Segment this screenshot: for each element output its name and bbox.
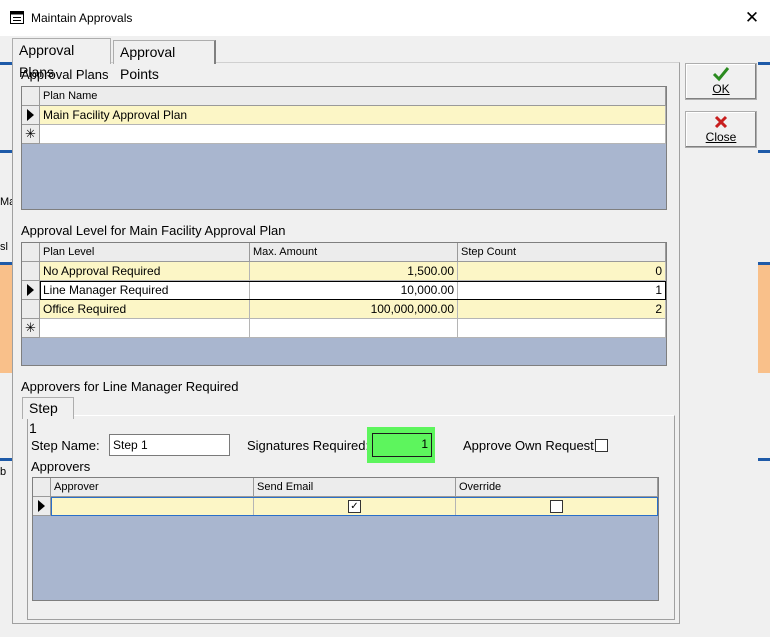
approval-levels-grid: Plan Level Max. Amount Step Count No App… bbox=[21, 242, 667, 366]
behind-window-line bbox=[0, 62, 12, 65]
grid-corner bbox=[22, 87, 40, 106]
approver-cell[interactable] bbox=[51, 497, 254, 516]
column-header-send-email[interactable]: Send Email bbox=[254, 478, 456, 497]
approvers-label: Approvers bbox=[31, 459, 91, 474]
step-name-input[interactable]: Step 1 bbox=[109, 434, 230, 456]
behind-window-line bbox=[758, 458, 770, 461]
signatures-required-label: Signatures Required: bbox=[247, 438, 370, 453]
approvers-section-label: Approvers for Line Manager Required bbox=[21, 379, 239, 394]
step-name-label: Step Name: bbox=[31, 438, 100, 453]
column-header-step-count[interactable]: Step Count bbox=[458, 243, 666, 262]
new-row-asterisk-icon[interactable]: ✳ bbox=[22, 125, 40, 144]
behind-text: sl bbox=[0, 241, 8, 253]
new-level-cell[interactable] bbox=[40, 319, 250, 338]
close-label: Close bbox=[705, 130, 737, 144]
grid-corner bbox=[33, 478, 51, 497]
approve-own-request-label: Approve Own Request: bbox=[463, 438, 598, 453]
step-count-cell[interactable]: 0 bbox=[458, 262, 666, 281]
close-button[interactable]: Close bbox=[685, 111, 757, 148]
approval-plans-grid: Plan Name Main Facility Approval Plan ✳ bbox=[21, 86, 667, 210]
x-icon bbox=[714, 115, 728, 129]
grid-corner bbox=[22, 243, 40, 262]
column-header-max-amount[interactable]: Max. Amount bbox=[250, 243, 458, 262]
row-selector-current[interactable] bbox=[22, 106, 40, 125]
column-header-approver[interactable]: Approver bbox=[51, 478, 254, 497]
tab-step-1[interactable]: Step 1 bbox=[22, 397, 74, 436]
max-amount-cell[interactable]: 100,000,000.00 bbox=[250, 300, 458, 319]
approval-level-label: Approval Level for Main Facility Approva… bbox=[21, 223, 286, 238]
behind-window-orange bbox=[758, 265, 770, 373]
plan-level-cell[interactable]: Line Manager Required bbox=[40, 281, 250, 300]
behind-window-line bbox=[0, 150, 12, 153]
new-plan-cell[interactable] bbox=[40, 125, 666, 144]
override-checkbox[interactable] bbox=[550, 500, 563, 513]
row-pointer-icon bbox=[27, 109, 34, 121]
window-close-button[interactable]: ✕ bbox=[742, 8, 762, 28]
new-steps-cell[interactable] bbox=[458, 319, 666, 338]
plan-name-cell[interactable]: Main Facility Approval Plan bbox=[40, 106, 666, 125]
behind-window-line bbox=[758, 150, 770, 153]
row-selector-current[interactable] bbox=[22, 281, 40, 300]
app-icon bbox=[10, 11, 24, 24]
step-count-cell[interactable]: 1 bbox=[458, 281, 666, 300]
row-selector[interactable] bbox=[22, 300, 40, 319]
column-header-override[interactable]: Override bbox=[456, 478, 658, 497]
max-amount-cell[interactable]: 10,000.00 bbox=[250, 281, 458, 300]
new-row-asterisk-icon[interactable]: ✳ bbox=[22, 319, 40, 338]
column-header-plan-name[interactable]: Plan Name bbox=[40, 87, 666, 106]
row-pointer-icon bbox=[27, 284, 34, 296]
max-amount-cell[interactable]: 1,500.00 bbox=[250, 262, 458, 281]
behind-window-line bbox=[0, 458, 12, 461]
plan-level-cell[interactable]: No Approval Required bbox=[40, 262, 250, 281]
behind-text: b bbox=[0, 466, 7, 478]
step-count-cell[interactable]: 2 bbox=[458, 300, 666, 319]
behind-window-orange bbox=[0, 265, 12, 373]
behind-window-line bbox=[758, 262, 770, 265]
behind-window-line bbox=[758, 62, 770, 65]
tab-approval-plans[interactable]: Approval Plans bbox=[12, 38, 111, 80]
approve-own-request-checkbox[interactable] bbox=[595, 439, 608, 452]
column-header-plan-level[interactable]: Plan Level bbox=[40, 243, 250, 262]
send-email-checkbox[interactable]: ✓ bbox=[348, 500, 361, 513]
row-selector[interactable] bbox=[22, 262, 40, 281]
ok-label: OK bbox=[712, 82, 730, 96]
checkmark-icon bbox=[712, 67, 730, 82]
override-cell[interactable] bbox=[456, 497, 658, 516]
row-selector-current[interactable] bbox=[33, 497, 51, 516]
send-email-cell[interactable]: ✓ bbox=[254, 497, 456, 516]
row-pointer-icon bbox=[38, 500, 45, 512]
approvers-grid: Approver Send Email Override ✓ bbox=[32, 477, 659, 601]
window-title: Maintain Approvals bbox=[31, 11, 133, 25]
tab-approval-points[interactable]: Approval Points bbox=[113, 40, 216, 82]
ok-button[interactable]: OK bbox=[685, 63, 757, 100]
new-max-cell[interactable] bbox=[250, 319, 458, 338]
plan-level-cell[interactable]: Office Required bbox=[40, 300, 250, 319]
signatures-required-input[interactable]: 1 bbox=[372, 433, 432, 457]
